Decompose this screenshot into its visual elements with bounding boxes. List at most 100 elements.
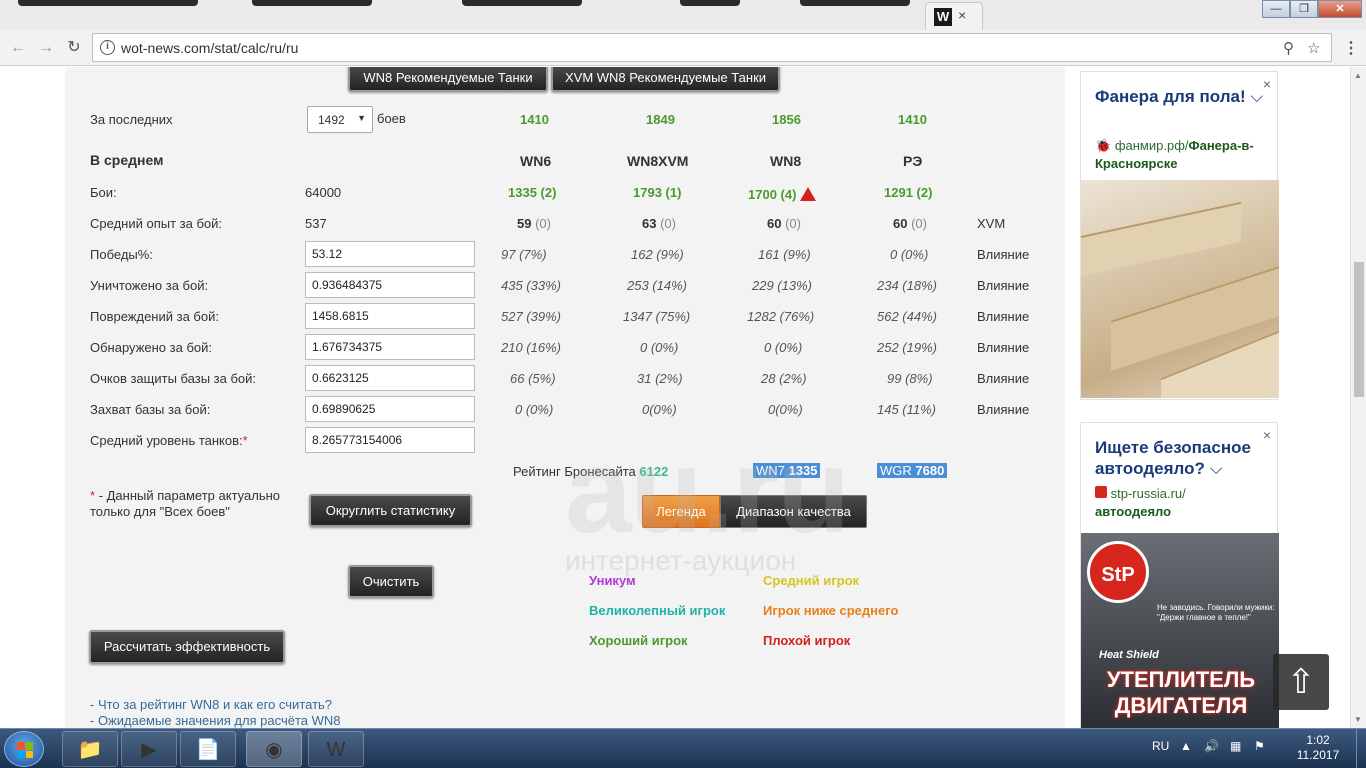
stat-cell: 527 (39%) — [501, 309, 561, 324]
col-header-wn6: WN6 — [520, 153, 552, 169]
browser-tabbar: W × — ❐ ✕ — [0, 0, 1366, 30]
stat-cell: 0(0%) — [642, 402, 677, 417]
round-stats-button[interactable]: Округлить статистику — [309, 494, 472, 527]
ad-source[interactable]: stp-russia.ru/автоодеяло — [1095, 485, 1275, 521]
explorer-icon[interactable]: 📁 — [62, 731, 118, 767]
stat-row-label: Захват базы за бой: — [90, 402, 211, 417]
chrome-icon[interactable]: ◉ — [246, 731, 302, 767]
ad-favicon-icon: 🐞 — [1095, 138, 1112, 153]
back-icon[interactable]: ← — [8, 38, 28, 58]
media-player-icon[interactable]: ▶ — [121, 731, 177, 767]
battles-wn8xvm: 1793 (1) — [633, 185, 682, 200]
ad-title[interactable]: Ищете безопасное автоодеяло? ⌵ — [1095, 437, 1265, 479]
address-bar[interactable]: i wot-news.com/stat/calc/ru/ru ⚲ ☆ — [92, 33, 1332, 62]
xp-re-value: 60 — [893, 216, 908, 231]
clock[interactable]: 1:02 11.2017 — [1288, 733, 1348, 763]
wn8-expected-link[interactable]: - Ожидаемые значения для расчёта WN8 — [90, 713, 341, 728]
xp-wn8: 60 (0) — [767, 216, 801, 231]
ad-autoblanket[interactable]: × Ищете безопасное автоодеяло? ⌵ stp-rus… — [1080, 422, 1279, 728]
start-button[interactable] — [4, 731, 44, 767]
wot-launcher-icon[interactable]: W — [308, 731, 364, 767]
legend-bad: Плохой игрок — [763, 633, 851, 648]
tab-strip-fragment — [252, 0, 372, 6]
scroll-to-top-button[interactable]: ⇧ — [1273, 654, 1329, 710]
stat-cell: 99 (8%) — [887, 371, 933, 386]
ad-source[interactable]: 🐞 фанмир.рф/Фанера-в-Красноярске — [1095, 137, 1275, 173]
wgr-rating: WGR 7680 — [877, 463, 948, 478]
damage-input[interactable] — [305, 303, 475, 329]
wn8-info-link[interactable]: - Что за рейтинг WN8 и как его считать? — [90, 697, 332, 712]
tier-label: Средний уровень танков:* — [90, 433, 248, 448]
scroll-thumb[interactable] — [1354, 262, 1364, 397]
active-tab[interactable]: W × — [925, 2, 983, 30]
capture-input[interactable] — [305, 396, 475, 422]
notification-icon[interactable]: ⚑ — [1254, 739, 1265, 753]
ad-winter-image[interactable]: StP Не заводись. Говорили мужики: "Держи… — [1081, 533, 1279, 728]
stat-row-label: Обнаружено за бой: — [90, 340, 212, 355]
info-icon[interactable]: i — [100, 40, 115, 55]
xp-re: 60 (0) — [893, 216, 927, 231]
volume-icon[interactable]: 🔊 — [1204, 739, 1219, 753]
xvm-wn8-recommended-tanks-button[interactable]: XVM WN8 Рекомендуемые Танки — [551, 67, 780, 92]
top-rating-wn8xvm: 1849 — [646, 112, 675, 127]
stat-cell: 145 (11%) — [877, 402, 937, 417]
xp-wn6-value: 59 — [517, 216, 532, 231]
ad-headline: УТЕПЛИТЕЛЬ ДВИГАТЕЛЯ — [1106, 667, 1256, 718]
stp-logo: StP — [1087, 541, 1149, 603]
wn8-recommended-tanks-button[interactable]: WN8 Рекомендуемые Танки — [348, 67, 548, 92]
close-window-button[interactable]: ✕ — [1318, 0, 1362, 18]
stat-cell: 66 (5%) — [510, 371, 556, 386]
language-indicator[interactable]: RU — [1152, 739, 1169, 753]
ad-title[interactable]: Фанера для пола! ⌵ — [1095, 86, 1265, 107]
stat-cell: 229 (13%) — [752, 278, 812, 293]
scroll-up-icon[interactable]: ▲ — [1354, 71, 1362, 80]
scrollbar[interactable]: ▲ ▼ — [1350, 67, 1366, 728]
wgr-label: WGR — [880, 463, 912, 478]
restore-button[interactable]: ❐ — [1290, 0, 1318, 18]
tab-close-icon[interactable]: × — [958, 7, 966, 23]
stat-row-label: Повреждений за бой: — [90, 309, 219, 324]
key-icon[interactable]: ⚲ — [1283, 39, 1294, 57]
network-icon[interactable]: ▦ — [1230, 739, 1241, 753]
menu-icon[interactable]: ⋮ — [1343, 38, 1359, 58]
taskbar: 📁 ▶ 📄 ◉ W RU ▲ 🔊 ▦ ⚑ 1:02 11.2017 — [0, 728, 1366, 768]
wins-input[interactable] — [305, 241, 475, 267]
ad-plywood-image[interactable] — [1081, 180, 1279, 398]
reload-icon[interactable]: ↻ — [64, 38, 84, 58]
asterisk: * — [242, 433, 248, 448]
stat-cell: 97 (7%) — [501, 247, 547, 262]
notepad-icon[interactable]: 📄 — [180, 731, 236, 767]
col-header-wn8: WN8 — [770, 153, 802, 169]
influence-label: Влияние — [977, 371, 1030, 386]
defense-input[interactable] — [305, 365, 475, 391]
xp-wn6: 59 (0) — [517, 216, 551, 231]
tier-input[interactable] — [305, 427, 475, 453]
url-text[interactable]: wot-news.com/stat/calc/ru/ru — [121, 40, 298, 56]
bookmark-star-icon[interactable]: ☆ — [1307, 39, 1320, 57]
battles-suffix: боев — [377, 111, 406, 126]
battles-wn8-value: 1700 (4) — [748, 187, 797, 202]
stat-cell: 253 (14%) — [627, 278, 687, 293]
minimize-button[interactable]: — — [1262, 0, 1290, 18]
ad-plywood[interactable]: × Фанера для пола! ⌵ 🐞 фанмир.рф/Фанера-… — [1080, 71, 1279, 400]
warning-icon — [800, 187, 817, 201]
battles-count-select[interactable]: 1492 ▼ — [307, 106, 373, 133]
show-desktop-button[interactable] — [1356, 729, 1366, 768]
stat-cell: 210 (16%) — [501, 340, 561, 355]
calculate-efficiency-button[interactable]: Рассчитать эффективность — [89, 630, 285, 664]
stat-cell: 1282 (76%) — [747, 309, 815, 324]
stat-cell: 0(0%) — [768, 402, 803, 417]
heatshield-logo: Heat Shield — [1099, 649, 1159, 661]
xp-re-delta: (0) — [911, 216, 927, 231]
scroll-down-icon[interactable]: ▼ — [1354, 715, 1362, 724]
xvm-label: XVM — [977, 216, 1006, 231]
clear-button[interactable]: Очистить — [348, 565, 434, 598]
frags-input[interactable] — [305, 272, 475, 298]
clock-time: 1:02 — [1306, 733, 1330, 747]
stat-cell: 28 (2%) — [761, 371, 807, 386]
battles-re: 1291 (2) — [884, 185, 933, 200]
spotted-input[interactable] — [305, 334, 475, 360]
forward-icon[interactable]: → — [36, 38, 56, 58]
stat-cell: 234 (18%) — [877, 278, 937, 293]
tray-arrow-icon[interactable]: ▲ — [1180, 739, 1192, 753]
